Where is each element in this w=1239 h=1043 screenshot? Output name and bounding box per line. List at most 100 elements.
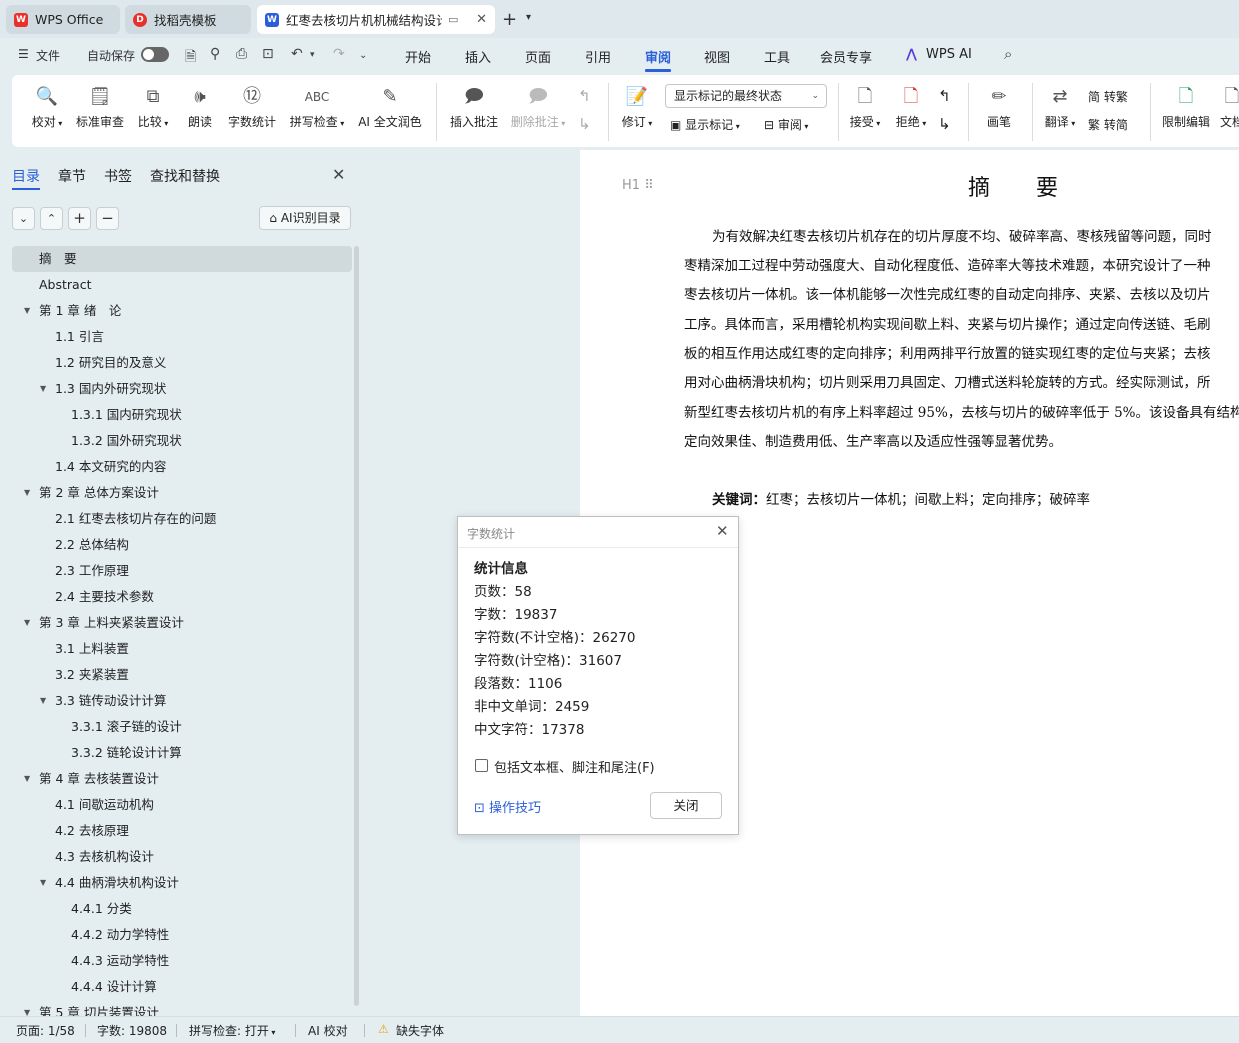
hamburger-icon[interactable]: ☰	[18, 47, 29, 61]
compare-button[interactable]: ⧉ 比较 ▾	[134, 81, 172, 130]
to-simplified-button[interactable]: 繁 转简	[1088, 116, 1128, 133]
ai-toc-button[interactable]: ⌂ AI识别目录	[259, 206, 351, 230]
toc-item[interactable]: 1.2 研究目的及意义	[12, 350, 352, 376]
previous-comment-icon[interactable]: ↰	[578, 87, 591, 105]
document-button[interactable]: 🗋 文档	[1220, 81, 1239, 130]
track-changes-button[interactable]: 📝 修订 ▾	[617, 81, 657, 130]
expand-arrow-icon[interactable]: ▼	[24, 610, 30, 636]
menu-home[interactable]: 开始	[405, 47, 431, 66]
proofread-button[interactable]: 🔍 校对 ▾	[28, 81, 66, 130]
toc-item[interactable]: 1.1 引言	[12, 324, 352, 350]
toc-item[interactable]: ▼ 1.3 国内外研究现状	[12, 376, 352, 402]
toc-item[interactable]: ▼ 第 4 章 去核装置设计	[12, 766, 352, 792]
markup-state-select[interactable]: 显示标记的最终状态 ⌄	[665, 84, 827, 108]
toc-item[interactable]: 摘 要	[12, 246, 352, 272]
word-count-button[interactable]: ⑫ 字数统计	[226, 81, 278, 130]
status-ai-proofread[interactable]: AI 校对	[308, 1022, 348, 1039]
toc-item[interactable]: 4.4.3 运动学特性	[12, 948, 352, 974]
redo-icon[interactable]: ↷	[333, 46, 345, 62]
autosave-toggle[interactable]	[141, 47, 169, 62]
toc-item[interactable]: 1.3.1 国内研究现状	[12, 402, 352, 428]
restrict-editing-button[interactable]: 🗋 限制编辑	[1160, 81, 1212, 130]
toc-item[interactable]: ▼ 第 1 章 绪 论	[12, 298, 352, 324]
spell-check-button[interactable]: ABC 拼写检查 ▾	[287, 81, 347, 130]
monitor-icon[interactable]: ▭	[448, 13, 458, 26]
toc-item[interactable]: 2.1 红枣去核切片存在的问题	[12, 506, 352, 532]
file-menu[interactable]: 文件	[36, 47, 60, 64]
tab-daoke-template[interactable]: D 找稻壳模板	[125, 5, 251, 34]
review-pane-button[interactable]: ⊟ 审阅 ▾	[764, 116, 808, 133]
toc-item[interactable]: Abstract	[12, 272, 352, 298]
nav-scrollbar[interactable]	[354, 246, 359, 1006]
more-quick-access-icon[interactable]: ⌄	[359, 50, 367, 61]
toc-item[interactable]: ▼ 第 3 章 上料夹紧装置设计	[12, 610, 352, 636]
collapse-up-icon[interactable]: ⌃	[40, 207, 63, 230]
menu-insert[interactable]: 插入	[465, 47, 491, 66]
toc-item[interactable]: ▼ 第 5 章 切片装置设计	[12, 1000, 352, 1016]
toc-item[interactable]: 4.2 去核原理	[12, 818, 352, 844]
keywords-line[interactable]: 关键词：红枣；去核切片一体机；间歇上料；定向排序；破碎率	[712, 488, 1090, 508]
toc-item[interactable]: 2.4 主要技术参数	[12, 584, 352, 610]
reject-button[interactable]: 🗋 拒绝 ▾	[892, 81, 930, 130]
toc-item[interactable]: 3.2 夹紧装置	[12, 662, 352, 688]
tips-link[interactable]: ⊡ 操作技巧	[474, 797, 541, 816]
drag-handle-icon[interactable]: ⠿	[644, 178, 654, 193]
pen-button[interactable]: ✏ 画笔	[982, 81, 1016, 130]
toc-item[interactable]: 4.4.4 设计计算	[12, 974, 352, 1000]
delete-comment-button[interactable]: 🗩 删除批注 ▾	[508, 81, 568, 130]
print-icon[interactable]: ⎙	[236, 46, 247, 62]
tab-wps-office[interactable]: W WPS Office	[6, 5, 120, 34]
menu-member[interactable]: 会员专享	[820, 47, 872, 66]
toc-item[interactable]: ▼ 4.4 曲柄滑块机构设计	[12, 870, 352, 896]
status-missing-font[interactable]: 缺失字体	[396, 1022, 444, 1039]
show-markup-button[interactable]: ▣ 显示标记 ▾	[670, 116, 740, 133]
toc-item[interactable]: ▼ 第 2 章 总体方案设计	[12, 480, 352, 506]
expand-arrow-icon[interactable]: ▼	[40, 870, 46, 896]
translate-button[interactable]: ⇄ 翻译 ▾	[1040, 81, 1080, 130]
toc-item[interactable]: ▼ 3.3 链传动设计计算	[12, 688, 352, 714]
expand-arrow-icon[interactable]: ▼	[40, 376, 46, 402]
nav-tab-toc[interactable]: 目录	[12, 166, 40, 186]
insert-comment-button[interactable]: 🗩 插入批注	[448, 81, 500, 130]
expand-down-icon[interactable]: ⌄	[12, 207, 35, 230]
undo-dropdown-icon[interactable]: ▾	[310, 50, 315, 60]
toc-item[interactable]: 2.2 总体结构	[12, 532, 352, 558]
undo-icon[interactable]: ↶	[291, 46, 303, 62]
toc-item[interactable]: 4.1 间歇运动机构	[12, 792, 352, 818]
close-tab-icon[interactable]: ✕	[476, 12, 487, 27]
menu-reference[interactable]: 引用	[585, 47, 611, 66]
tab-document[interactable]: W 红枣去核切片机机械结构设计 ▭ ✕	[257, 5, 495, 34]
read-aloud-button[interactable]: 🕪 朗读	[186, 81, 214, 130]
status-page[interactable]: 页面: 1/58	[16, 1022, 75, 1039]
expand-arrow-icon[interactable]: ▼	[24, 1000, 30, 1016]
menu-wps-ai[interactable]: WPS AI	[926, 47, 972, 62]
standard-review-button[interactable]: 🗒 标准审查	[74, 81, 126, 130]
to-traditional-button[interactable]: 简 转繁	[1088, 88, 1128, 105]
include-textbox-label[interactable]: 包括文本框、脚注和尾注(F)	[494, 757, 655, 776]
chevron-down-icon[interactable]: ▾	[526, 12, 531, 23]
menu-view[interactable]: 视图	[704, 47, 730, 66]
expand-arrow-icon[interactable]: ▼	[40, 688, 46, 714]
toc-item[interactable]: 4.4.1 分类	[12, 896, 352, 922]
nav-tab-sections[interactable]: 章节	[58, 166, 86, 186]
toc-item[interactable]: 4.3 去核机构设计	[12, 844, 352, 870]
expand-arrow-icon[interactable]: ▼	[24, 766, 30, 792]
menu-tools[interactable]: 工具	[764, 47, 790, 66]
status-spell-check[interactable]: 拼写检查: 打开 ▾	[189, 1022, 275, 1039]
close-icon[interactable]: ✕	[332, 165, 345, 184]
toc-item[interactable]: 4.4.2 动力学特性	[12, 922, 352, 948]
status-words[interactable]: 字数: 19808	[97, 1022, 167, 1039]
toc-item[interactable]: 1.4 本文研究的内容	[12, 454, 352, 480]
toc-item[interactable]: 3.1 上料装置	[12, 636, 352, 662]
remove-heading-icon[interactable]: −	[96, 207, 119, 230]
menu-review[interactable]: 审阅	[645, 47, 671, 66]
close-button[interactable]: 关闭	[650, 792, 722, 819]
previous-change-icon[interactable]: ↰	[938, 87, 951, 105]
close-icon[interactable]: ✕	[716, 522, 729, 540]
toc-item[interactable]: 3.3.1 滚子链的设计	[12, 714, 352, 740]
next-comment-icon[interactable]: ↳	[578, 115, 591, 133]
heading-marker[interactable]: H1 ⠿	[622, 178, 654, 193]
menu-page[interactable]: 页面	[525, 47, 551, 66]
print-preview-icon[interactable]: ⊡	[262, 46, 274, 62]
save-icon[interactable]: 🗎	[185, 46, 196, 70]
